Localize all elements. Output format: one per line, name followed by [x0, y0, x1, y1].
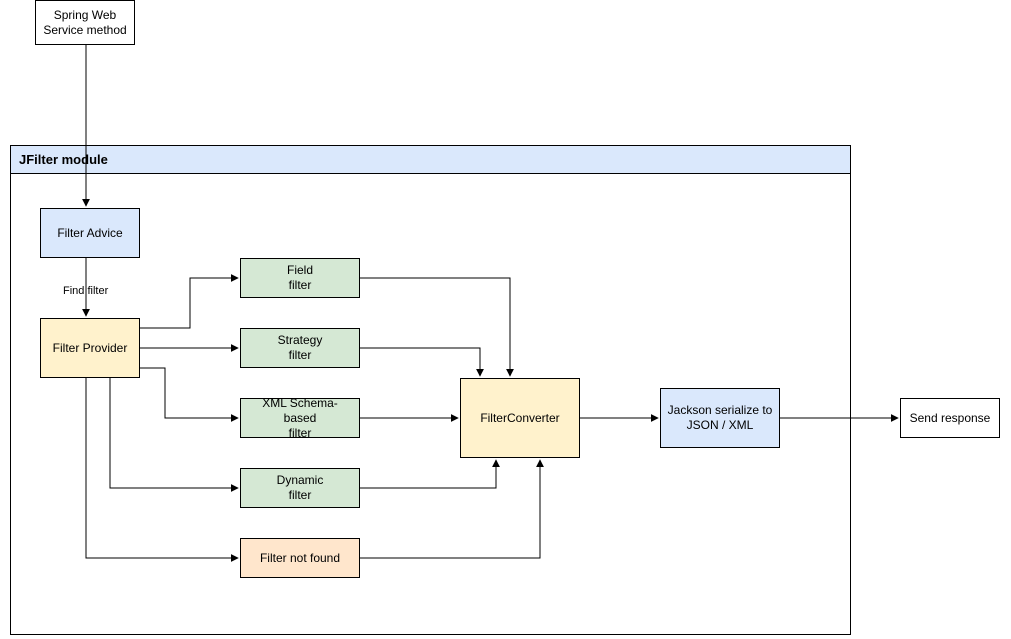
strategy-filter-box: Strategy filter — [240, 328, 360, 368]
jackson-serialize-box: Jackson serialize to JSON / XML — [660, 388, 780, 448]
filter-provider-label: Filter Provider — [53, 341, 128, 356]
xml-filter-l2: filter — [289, 426, 312, 440]
jackson-l1: Jackson serialize to — [668, 403, 773, 417]
dynamic-filter-box: Dynamic filter — [240, 468, 360, 508]
filter-advice-box: Filter Advice — [40, 208, 140, 258]
diagram-canvas: JFilter module Spring Web Service method… — [0, 0, 1011, 639]
dynamic-filter-l2: filter — [289, 488, 312, 502]
filter-converter-label: FilterConverter — [480, 411, 559, 426]
xml-filter-l1: XML Schema-based — [262, 396, 338, 425]
module-title: JFilter module — [11, 146, 850, 174]
filter-advice-label: Filter Advice — [57, 226, 122, 241]
find-filter-label: Find filter — [63, 285, 108, 297]
xml-filter-box: XML Schema-based filter — [240, 398, 360, 438]
field-filter-l2: filter — [289, 278, 312, 292]
spring-web-service-label: Spring Web Service method — [42, 8, 128, 38]
dynamic-filter-l1: Dynamic — [277, 473, 324, 487]
strategy-filter-l2: filter — [289, 348, 312, 362]
send-response-box: Send response — [900, 398, 1000, 438]
filter-provider-box: Filter Provider — [40, 318, 140, 378]
strategy-filter-l1: Strategy — [278, 333, 323, 347]
filter-converter-box: FilterConverter — [460, 378, 580, 458]
jackson-l2: JSON / XML — [687, 418, 754, 432]
filter-not-found-label: Filter not found — [260, 551, 340, 566]
filter-not-found-box: Filter not found — [240, 538, 360, 578]
spring-web-service-box: Spring Web Service method — [35, 0, 135, 45]
send-response-label: Send response — [910, 411, 991, 426]
field-filter-box: Field filter — [240, 258, 360, 298]
field-filter-l1: Field — [287, 263, 313, 277]
